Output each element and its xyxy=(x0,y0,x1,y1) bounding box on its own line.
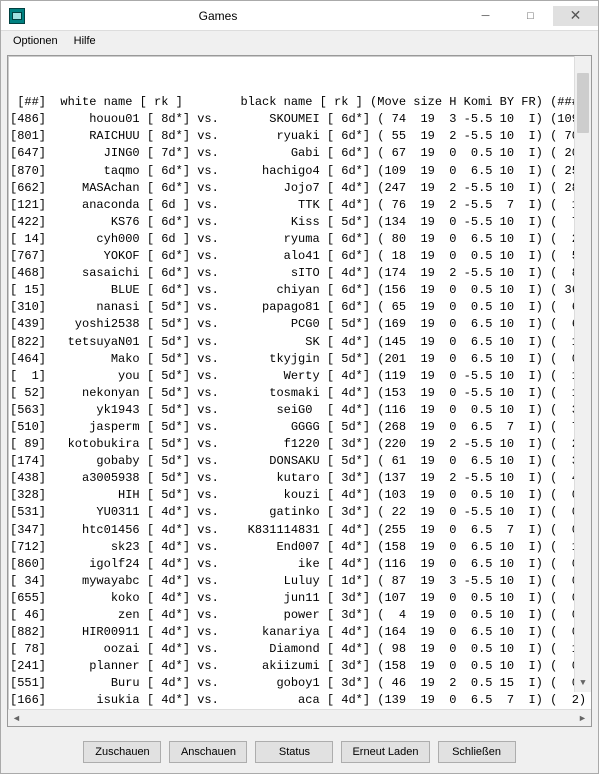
header-row: [##] white name [ rk ] black name [ rk ]… xyxy=(10,94,589,111)
game-row[interactable]: [822] tetsuyaN01 [ 5d*] vs. SK [ 4d*] (1… xyxy=(10,334,589,351)
game-row[interactable]: [486] houou01 [ 8d*] vs. SKOUMEI [ 6d*] … xyxy=(10,111,589,128)
erneut-laden-button[interactable]: Erneut Laden xyxy=(341,741,429,763)
game-row[interactable]: [ 15] BLUE [ 6d*] vs. chiyan [ 6d*] (156… xyxy=(10,282,589,299)
content-area: [##] white name [ rk ] black name [ rk ]… xyxy=(7,55,592,727)
game-row[interactable]: [ 1] you [ 5d*] vs. Werty [ 4d*] (119 19… xyxy=(10,368,589,385)
menu-hilfe[interactable]: Hilfe xyxy=(66,33,104,49)
game-row[interactable]: [121] anaconda [ 6d ] vs. TTK [ 4d*] ( 7… xyxy=(10,197,589,214)
button-bar: Zuschauen Anschauen Status Erneut Laden … xyxy=(1,731,598,773)
game-row[interactable]: [767] YOKOF [ 6d*] vs. alo41 [ 6d*] ( 18… xyxy=(10,248,589,265)
games-listing[interactable]: [##] white name [ rk ] black name [ rk ]… xyxy=(8,56,591,709)
game-row[interactable]: [563] yk1943 [ 5d*] vs. seiG0 [ 4d*] (11… xyxy=(10,402,589,419)
game-row[interactable]: [464] Mako [ 5d*] vs. tkyjgin [ 5d*] (20… xyxy=(10,351,589,368)
window-title: Games xyxy=(33,9,403,23)
game-row[interactable]: [ 52] nekonyan [ 5d*] vs. tosmaki [ 4d*]… xyxy=(10,385,589,402)
game-row[interactable]: [647] JING0 [ 7d*] vs. Gabi [ 6d*] ( 67 … xyxy=(10,145,589,162)
scroll-left-icon[interactable]: ◄ xyxy=(8,713,25,723)
game-row[interactable]: [438] a3005938 [ 5d*] vs. kutaro [ 3d*] … xyxy=(10,470,589,487)
menu-optionen[interactable]: Optionen xyxy=(5,33,66,49)
game-row[interactable]: [510] jasperm [ 5d*] vs. GGGG [ 5d*] (26… xyxy=(10,419,589,436)
scroll-down-icon[interactable]: ▼ xyxy=(575,675,591,692)
game-row[interactable]: [241] planner [ 4d*] vs. akiizumi [ 3d*]… xyxy=(10,658,589,675)
menubar: Optionen Hilfe xyxy=(1,31,598,51)
app-icon xyxy=(9,8,25,24)
scroll-right-icon[interactable]: ► xyxy=(574,713,591,723)
game-row[interactable]: [ 34] mywayabc [ 4d*] vs. Luluy [ 1d*] (… xyxy=(10,573,589,590)
scroll-thumb[interactable] xyxy=(577,73,589,133)
game-row[interactable]: [174] gobaby [ 5d*] vs. DONSAKU [ 5d*] (… xyxy=(10,453,589,470)
minimize-button[interactable]: ─ xyxy=(463,6,508,26)
game-row[interactable]: [551] Buru [ 4d*] vs. goboy1 [ 3d*] ( 46… xyxy=(10,675,589,692)
game-row[interactable]: [801] RAICHUU [ 8d*] vs. ryuaki [ 6d*] (… xyxy=(10,128,589,145)
game-row[interactable]: [166] isukia [ 4d*] vs. aca [ 4d*] (139 … xyxy=(10,692,589,709)
schliessen-button[interactable]: Schließen xyxy=(438,741,516,763)
vertical-scrollbar[interactable]: ▲ ▼ xyxy=(574,56,591,692)
horizontal-scrollbar[interactable]: ◄ ► xyxy=(8,709,591,726)
anschauen-button[interactable]: Anschauen xyxy=(169,741,247,763)
game-row[interactable]: [860] igolf24 [ 4d*] vs. ike [ 4d*] (116… xyxy=(10,556,589,573)
game-row[interactable]: [310] nanasi [ 5d*] vs. papago81 [ 6d*] … xyxy=(10,299,589,316)
game-row[interactable]: [439] yoshi2538 [ 5d*] vs. PCG0 [ 5d*] (… xyxy=(10,316,589,333)
game-row[interactable]: [ 78] oozai [ 4d*] vs. Diamond [ 4d*] ( … xyxy=(10,641,589,658)
maximize-button[interactable]: □ xyxy=(508,6,553,26)
game-row[interactable]: [468] sasaichi [ 6d*] vs. sITO [ 4d*] (1… xyxy=(10,265,589,282)
game-row[interactable]: [347] htc01456 [ 4d*] vs. K831114831 [ 4… xyxy=(10,522,589,539)
status-button[interactable]: Status xyxy=(255,741,333,763)
game-row[interactable]: [712] sk23 [ 4d*] vs. End007 [ 4d*] (158… xyxy=(10,539,589,556)
close-button[interactable]: ✕ xyxy=(553,6,598,26)
game-row[interactable]: [870] taqmo [ 6d*] vs. hachigo4 [ 6d*] (… xyxy=(10,163,589,180)
game-row[interactable]: [ 14] cyh000 [ 6d ] vs. ryuma [ 6d*] ( 8… xyxy=(10,231,589,248)
game-row[interactable]: [882] HIR00911 [ 4d*] vs. kanariya [ 4d*… xyxy=(10,624,589,641)
titlebar: Games ─ □ ✕ xyxy=(1,1,598,31)
game-row[interactable]: [ 46] zen [ 4d*] vs. power [ 3d*] ( 4 19… xyxy=(10,607,589,624)
game-row[interactable]: [655] koko [ 4d*] vs. jun11 [ 3d*] (107 … xyxy=(10,590,589,607)
game-row[interactable]: [531] YU0311 [ 4d*] vs. gatinko [ 3d*] (… xyxy=(10,504,589,521)
game-row[interactable]: [ 89] kotobukira [ 5d*] vs. f1220 [ 3d*]… xyxy=(10,436,589,453)
game-row[interactable]: [328] HIH [ 5d*] vs. kouzi [ 4d*] (103 1… xyxy=(10,487,589,504)
zuschauen-button[interactable]: Zuschauen xyxy=(83,741,161,763)
game-row[interactable]: [422] KS76 [ 6d*] vs. Kiss [ 5d*] (134 1… xyxy=(10,214,589,231)
game-row[interactable]: [662] MASAchan [ 6d*] vs. Jojo7 [ 4d*] (… xyxy=(10,180,589,197)
